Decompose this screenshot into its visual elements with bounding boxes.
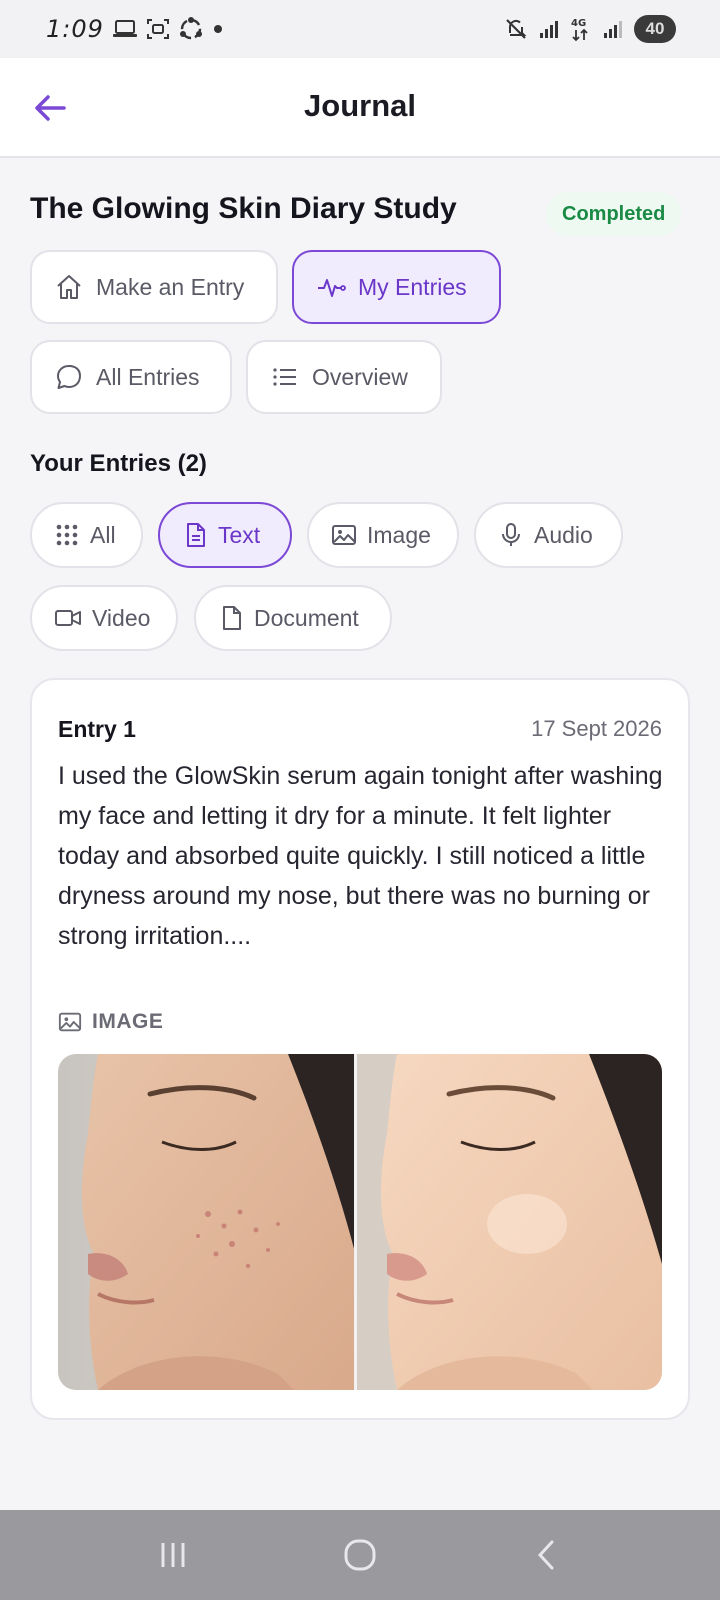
- status-badge: Completed: [546, 192, 682, 236]
- filter-document[interactable]: Document: [194, 585, 392, 651]
- entry-image[interactable]: [58, 1054, 662, 1390]
- screenshot-icon: [146, 17, 170, 41]
- filter-label: All: [90, 521, 116, 548]
- recent-apps-icon: [156, 1538, 190, 1572]
- video-camera-icon: [54, 605, 82, 631]
- entries-section-title: Your Entries (2): [30, 450, 207, 477]
- image-icon: [58, 1010, 82, 1034]
- filter-label: Text: [218, 521, 261, 548]
- svg-text:4G: 4G: [571, 18, 586, 29]
- file-icon: [218, 605, 244, 631]
- tab-label: All Entries: [96, 363, 200, 390]
- network-4g-icon: 4G: [570, 16, 592, 42]
- signal-icon: [538, 18, 560, 40]
- filter-text[interactable]: Text: [158, 502, 292, 568]
- tab-label: Overview: [312, 363, 408, 390]
- document-text-icon: [182, 522, 208, 548]
- battery-indicator: 40: [634, 15, 676, 43]
- system-back-button[interactable]: [517, 1525, 577, 1585]
- entry-card[interactable]: Entry 1 17 Sept 2026 I used the GlowSkin…: [30, 678, 690, 1420]
- sync-icon: [178, 16, 204, 42]
- entry-body: I used the GlowSkin serum again tonight …: [58, 762, 663, 950]
- tab-make-an-entry[interactable]: Make an Entry: [30, 250, 278, 324]
- tab-all-entries[interactable]: All Entries: [30, 340, 232, 414]
- filter-audio[interactable]: Audio: [474, 502, 623, 568]
- filter-all[interactable]: All: [30, 502, 143, 568]
- home-icon: [54, 272, 84, 302]
- filter-label: Video: [92, 604, 151, 631]
- after-photo: [357, 1054, 662, 1390]
- study-title: The Glowing Skin Diary Study: [30, 192, 457, 225]
- recent-apps-button[interactable]: [143, 1525, 203, 1585]
- laptop-icon: [112, 18, 138, 40]
- before-photo: [58, 1054, 359, 1390]
- home-circle-icon: [343, 1538, 377, 1572]
- entry-title: Entry 1: [58, 716, 136, 742]
- system-nav-bar: [0, 1510, 720, 1600]
- tab-label: My Entries: [358, 273, 467, 300]
- mute-icon: [504, 17, 528, 41]
- activity-icon: [316, 272, 346, 302]
- image-icon: [331, 522, 357, 548]
- status-time: 1:09: [46, 15, 104, 43]
- status-left: 1:09: [46, 15, 224, 43]
- home-button[interactable]: [330, 1525, 390, 1585]
- tab-overview[interactable]: Overview: [246, 340, 442, 414]
- microphone-icon: [498, 522, 524, 548]
- chevron-left-icon: [530, 1538, 564, 1572]
- filter-image[interactable]: Image: [307, 502, 459, 568]
- attachment-label-text: IMAGE: [92, 1010, 164, 1033]
- page-title: Journal: [304, 88, 416, 123]
- filter-label: Image: [367, 521, 431, 548]
- chat-bubble-icon: [54, 362, 84, 392]
- filter-video[interactable]: Video: [30, 585, 178, 651]
- filter-label: Document: [254, 604, 359, 631]
- attachment-label: IMAGE: [58, 1010, 163, 1034]
- entry-date: 17 Sept 2026: [531, 716, 662, 741]
- list-icon: [270, 362, 300, 392]
- tab-label: Make an Entry: [96, 273, 245, 300]
- app-bar: Journal: [0, 58, 720, 158]
- signal-icon-2: [602, 18, 624, 40]
- filter-label: Audio: [534, 521, 593, 548]
- tab-my-entries[interactable]: My Entries: [292, 250, 501, 324]
- grid-icon: [54, 522, 80, 548]
- status-bar: 1:09 4G 40: [0, 0, 720, 58]
- notification-dot-icon: [212, 23, 224, 35]
- status-right: 4G 40: [504, 15, 676, 43]
